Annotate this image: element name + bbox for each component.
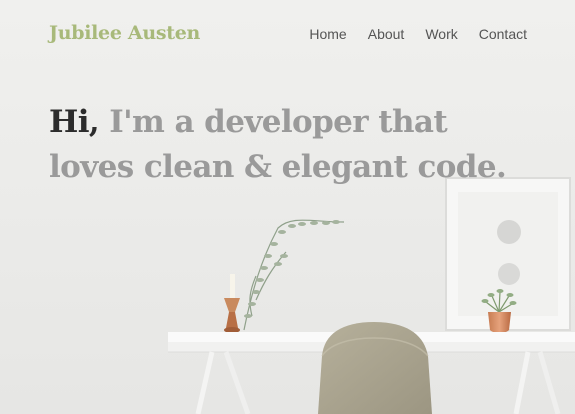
hero-intro-line2: loves clean & elegant code.: [49, 149, 507, 185]
hero-greeting: Hi,: [49, 104, 100, 140]
hero-background-photo: [0, 0, 575, 414]
brand-logo[interactable]: Jubilee Austen: [49, 22, 200, 44]
picture-frame: [445, 177, 571, 331]
hero-intro-line1: I'm a developer that: [99, 104, 448, 140]
nav-item-about[interactable]: About: [368, 26, 405, 42]
hero-section: Jubilee Austen Home About Work Contact H…: [0, 0, 575, 414]
nav-item-contact[interactable]: Contact: [479, 26, 527, 42]
nav-item-home[interactable]: Home: [309, 26, 346, 42]
hero-headline: Hi, I'm a developer that loves clean & el…: [49, 100, 549, 190]
main-nav: Home About Work Contact: [309, 26, 527, 42]
nav-item-work[interactable]: Work: [425, 26, 457, 42]
chair: [318, 322, 432, 414]
